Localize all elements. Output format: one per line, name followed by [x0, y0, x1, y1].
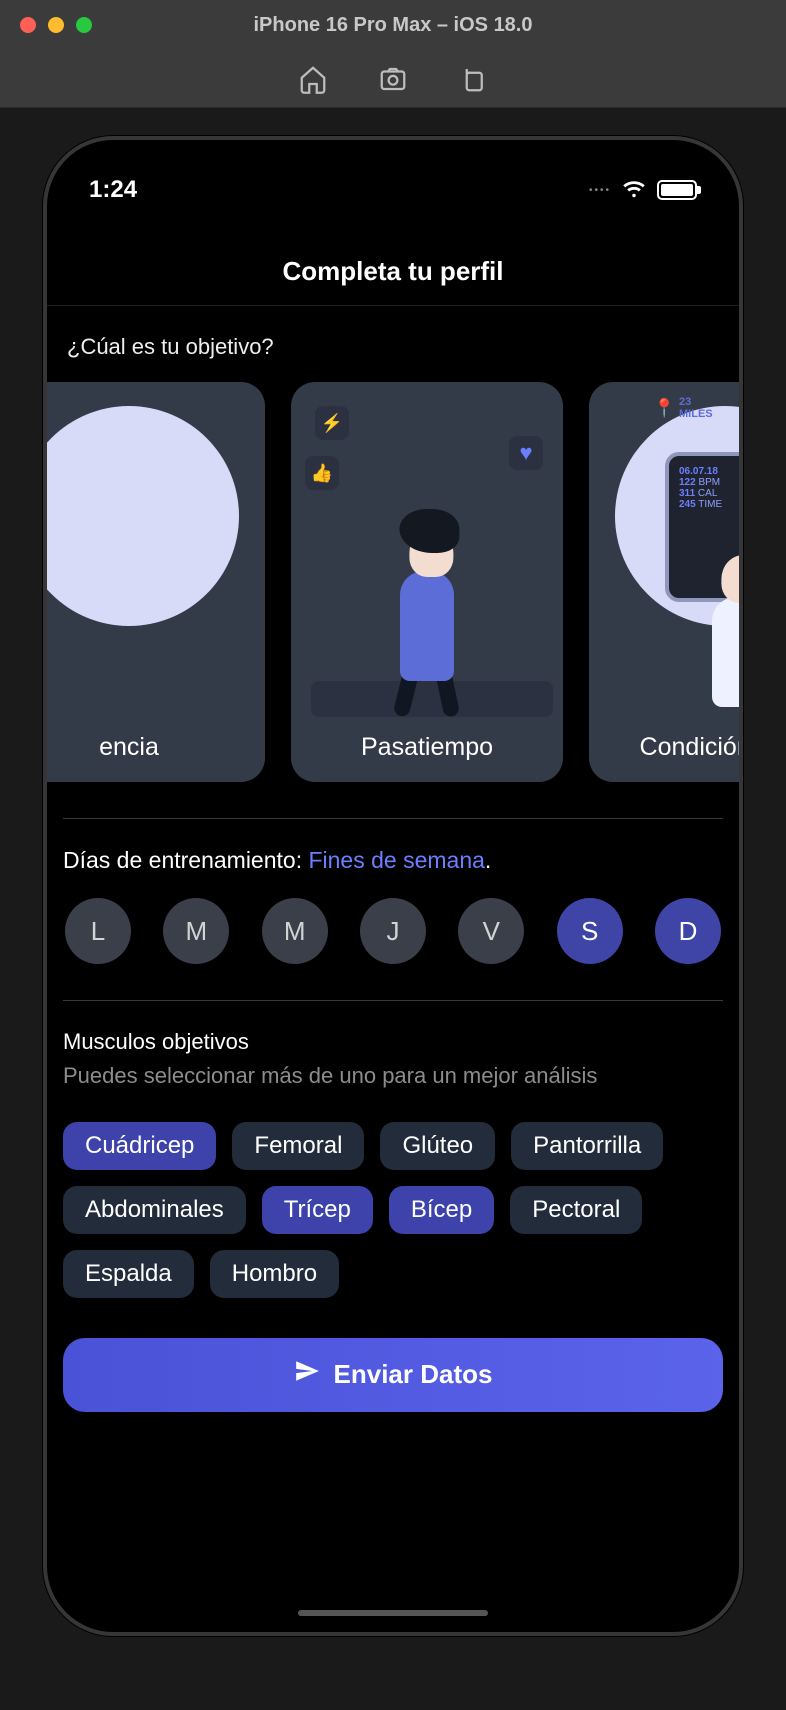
divider	[63, 1000, 723, 1001]
day-toggle[interactable]: D	[655, 898, 721, 964]
muscle-chip[interactable]: Hombro	[210, 1250, 339, 1298]
heart-icon: ♥	[509, 436, 543, 470]
app-screen: Completa tu perfil ¿Cúal es tu objetivo?…	[47, 140, 739, 1632]
simulator-title: iPhone 16 Pro Max – iOS 18.0	[253, 14, 532, 37]
goal-label: Pasatiempo	[361, 717, 493, 782]
day-toggle[interactable]: L	[65, 898, 131, 964]
rotate-icon[interactable]	[458, 64, 488, 94]
home-icon[interactable]	[298, 64, 328, 94]
goal-question: ¿Cúal es tu objetivo?	[63, 334, 723, 360]
muscle-chip[interactable]: Cuádricep	[63, 1122, 216, 1170]
simulator-toolbar	[0, 50, 786, 108]
muscle-chip[interactable]: Espalda	[63, 1250, 194, 1298]
fullscreen-window-button[interactable]	[76, 17, 92, 33]
goal-illustration: ⚡ 👍 ♥	[291, 382, 563, 717]
muscle-chip[interactable]: Trícep	[262, 1186, 373, 1234]
divider	[63, 818, 723, 819]
screenshot-icon[interactable]	[378, 64, 408, 94]
goal-card[interactable]: 📍 23MILES 06.07.18 122 BPM 311 CAL 245 T…	[589, 382, 739, 782]
muscle-chip[interactable]: Bícep	[389, 1186, 494, 1234]
muscle-chip[interactable]: Pantorrilla	[511, 1122, 663, 1170]
muscle-chip[interactable]: Glúteo	[380, 1122, 495, 1170]
training-days-label: Días de entrenamiento: Fines de semana.	[63, 847, 723, 874]
goal-card[interactable]: ⚡ 👍 ♥ Pasatiempo	[291, 382, 563, 782]
goal-card[interactable]: encia	[47, 382, 265, 782]
window-traffic-lights	[20, 17, 92, 33]
day-toggle[interactable]: M	[262, 898, 328, 964]
side-button	[43, 710, 45, 820]
location-pin-icon: 📍	[653, 398, 675, 419]
dynamic-island	[298, 162, 488, 208]
goal-illustration	[47, 382, 265, 717]
home-indicator[interactable]	[298, 1610, 488, 1616]
simulator-titlebar: iPhone 16 Pro Max – iOS 18.0	[0, 0, 786, 50]
wifi-icon	[621, 175, 647, 206]
day-toggle[interactable]: J	[360, 898, 426, 964]
goal-label: encia	[99, 717, 159, 782]
side-button	[43, 490, 45, 550]
close-window-button[interactable]	[20, 17, 36, 33]
day-toggle[interactable]: V	[458, 898, 524, 964]
goal-cards-row[interactable]: encia ⚡ 👍 ♥	[47, 382, 723, 782]
minimize-window-button[interactable]	[48, 17, 64, 33]
cellular-icon: ••••	[589, 185, 611, 196]
device-frame: 1:24 •••• Completa tu perfil ¿Cúal es tu…	[43, 136, 743, 1636]
muscles-title: Musculos objetivos	[63, 1029, 723, 1055]
battery-icon	[657, 180, 697, 200]
page-title: Completa tu perfil	[47, 240, 739, 306]
muscle-chip[interactable]: Pectoral	[510, 1186, 642, 1234]
muscle-chip[interactable]: Abdominales	[63, 1186, 246, 1234]
goal-illustration: 📍 23MILES 06.07.18 122 BPM 311 CAL 245 T…	[589, 382, 739, 717]
status-time: 1:24	[89, 176, 137, 204]
muscles-subtitle: Puedes seleccionar más de uno para un me…	[63, 1061, 723, 1092]
day-toggle[interactable]: S	[557, 898, 623, 964]
muscle-chip[interactable]: Femoral	[232, 1122, 364, 1170]
day-toggle[interactable]: M	[163, 898, 229, 964]
days-row: LMMJVSD	[63, 898, 723, 964]
submit-label: Enviar Datos	[334, 1359, 493, 1390]
bolt-icon: ⚡	[315, 406, 349, 440]
paper-plane-icon	[294, 1358, 320, 1391]
goal-label: Condición Físic	[640, 717, 739, 782]
side-button	[43, 580, 45, 690]
muscle-chips: Cuádricep Femoral Glúteo Pantorrilla Abdomin…	[63, 1122, 723, 1298]
thumbs-up-icon: 👍	[305, 456, 339, 490]
training-days-value: Fines de semana	[308, 847, 484, 873]
submit-button[interactable]: Enviar Datos	[63, 1338, 723, 1412]
